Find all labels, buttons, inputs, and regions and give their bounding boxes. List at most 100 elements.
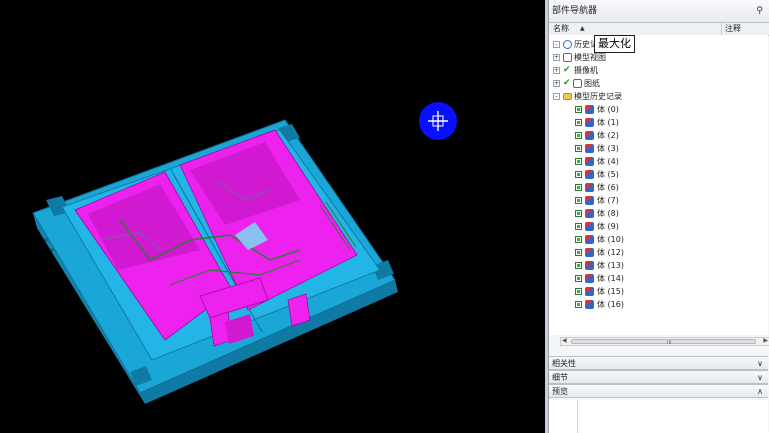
feature-row[interactable]: 体 (0) [549,103,768,116]
sort-up-icon[interactable]: ▲ [580,23,585,35]
maximize-tooltip: 最大化 [594,35,635,53]
body-feature-icon [585,105,594,114]
feature-label: 体 (10) [597,235,624,244]
feature-label: 体 (7) [597,196,619,205]
visibility-checkbox[interactable] [575,145,582,152]
visibility-checkbox[interactable] [575,262,582,269]
move-cursor-icon[interactable] [419,102,457,140]
body-feature-icon [585,235,594,244]
panel-label: 相关性 [552,359,576,368]
tree-node-model-history[interactable]: - 模型历史记录 [549,90,768,103]
feature-label: 体 (2) [597,131,619,140]
body-feature-icon [585,196,594,205]
visibility-checkbox[interactable] [575,184,582,191]
body-feature-icon [585,183,594,192]
feature-row[interactable]: 体 (1) [549,116,768,129]
panel-dependencies[interactable]: 相关性 ∨ [549,356,768,370]
chevron-down-icon[interactable]: ∨ [757,357,763,371]
visibility-checkbox[interactable] [575,223,582,230]
visibility-checkbox[interactable] [575,132,582,139]
tree-node-drawings[interactable]: + ✔ 图纸 [549,77,768,90]
visibility-checkbox[interactable] [575,171,582,178]
body-feature-icon [585,170,594,179]
tree-node-cameras[interactable]: + ✔ 摄像机 [549,64,768,77]
drawing-icon [573,79,582,88]
body-feature-icon [585,274,594,283]
feature-row[interactable]: 体 (14) [549,272,768,285]
body-feature-icon [585,222,594,231]
scrollbar-thumb[interactable]: III [571,339,756,346]
chevron-down-icon[interactable]: ∨ [757,371,763,385]
feature-label: 体 (8) [597,209,619,218]
body-feature-icon [585,209,594,218]
visibility-checkbox[interactable] [575,158,582,165]
mold-model [32,102,457,404]
feature-label: 体 (0) [597,105,619,114]
feature-label: 体 (5) [597,170,619,179]
feature-row[interactable]: 体 (4) [549,155,768,168]
column-attr[interactable]: 注释 [725,23,741,35]
tree-node-label: 模型历史记录 [574,92,622,101]
feature-row[interactable]: 体 (2) [549,129,768,142]
panel-preview[interactable]: 预览 ∧ [549,384,768,398]
visibility-checkbox[interactable] [575,249,582,256]
feature-row[interactable]: 体 (16) [549,298,768,311]
collapse-icon[interactable]: - [553,93,560,100]
feature-label: 体 (13) [597,261,624,270]
feature-label: 体 (4) [597,157,619,166]
preview-area [549,400,768,433]
visibility-checkbox[interactable] [575,119,582,126]
scroll-right-icon[interactable]: ▶ [763,337,768,344]
tree-node-history[interactable]: - 历史记 [549,38,768,51]
scroll-left-icon[interactable]: ◀ [562,337,567,344]
visibility-checkbox[interactable] [575,210,582,217]
expand-icon[interactable]: + [553,80,560,87]
feature-row[interactable]: 体 (13) [549,259,768,272]
feature-row[interactable]: 体 (9) [549,220,768,233]
body-feature-icon [585,300,594,309]
feature-row[interactable]: 体 (15) [549,285,768,298]
feature-row[interactable]: 体 (12) [549,246,768,259]
feature-row[interactable]: 体 (7) [549,194,768,207]
pin-icon[interactable]: ⚲ [756,0,763,22]
panel-label: 预览 [552,387,568,396]
panel-details[interactable]: 细节 ∨ [549,370,768,384]
navigator-title-bar: 部件导航器 ⚲ [549,0,769,23]
body-feature-icon [585,144,594,153]
divider [577,400,578,433]
camera-icon [563,53,572,62]
grip: III [667,340,672,346]
folder-icon [563,93,572,100]
visibility-checkbox[interactable] [575,275,582,282]
navigator-tree[interactable]: - 历史记 + 模型视图 + ✔ 摄像机 + ✔ 图纸 - 模型历史记录 体 (… [549,35,768,335]
expand-icon[interactable]: + [553,54,560,61]
check-icon: ✔ [563,78,571,88]
visibility-checkbox[interactable] [575,106,582,113]
chevron-up-icon[interactable]: ∧ [757,385,763,399]
column-divider[interactable] [721,23,722,35]
feature-row[interactable]: 体 (10) [549,233,768,246]
feature-row[interactable]: 体 (8) [549,207,768,220]
visibility-checkbox[interactable] [575,197,582,204]
visibility-checkbox[interactable] [575,236,582,243]
feature-label: 体 (14) [597,274,624,283]
graphics-viewport[interactable] [0,0,545,433]
tree-node-label: 图纸 [584,79,600,88]
collapse-icon[interactable]: - [553,41,560,48]
body-feature-icon [585,287,594,296]
clock-icon [563,40,572,49]
feature-row[interactable]: 体 (5) [549,168,768,181]
visibility-checkbox[interactable] [575,301,582,308]
feature-label: 体 (12) [597,248,624,257]
tree-node-label: 摄像机 [574,66,598,75]
column-name[interactable]: 名称 [553,23,569,35]
tree-node-model-views[interactable]: + 模型视图 [549,51,768,64]
feature-label: 体 (9) [597,222,619,231]
part-navigator: 部件导航器 ⚲ 名称 ▲ 注释 - 历史记 + 模型视图 + ✔ 摄像机 + ✔… [548,0,769,433]
feature-row[interactable]: 体 (6) [549,181,768,194]
feature-label: 体 (1) [597,118,619,127]
visibility-checkbox[interactable] [575,288,582,295]
feature-row[interactable]: 体 (3) [549,142,768,155]
expand-icon[interactable]: + [553,67,560,74]
horizontal-scrollbar[interactable]: ◀ III ▶ [560,337,769,346]
